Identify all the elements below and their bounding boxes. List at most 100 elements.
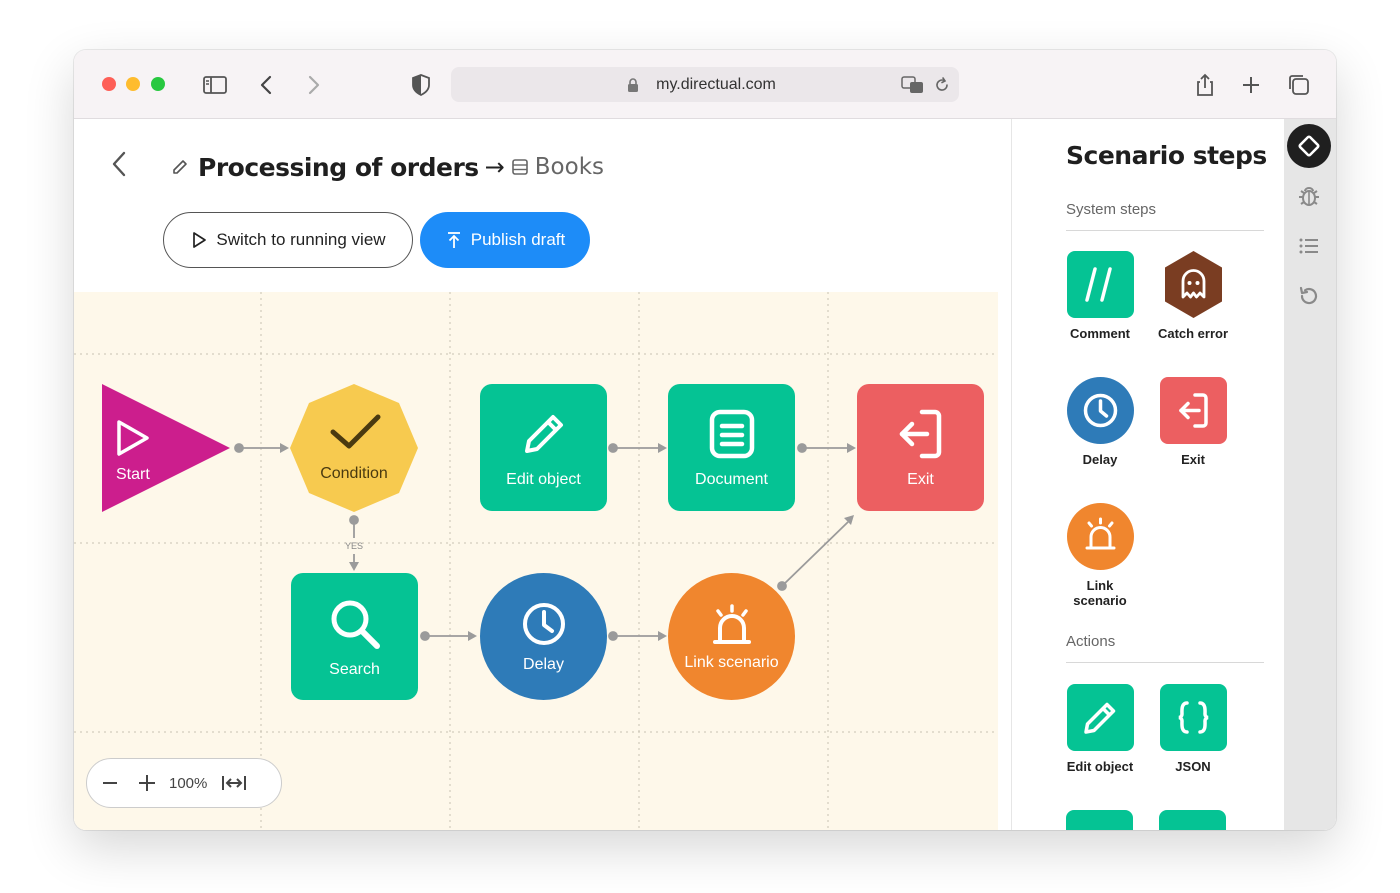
page-title: Processing of orders (198, 152, 479, 182)
document-icon (709, 409, 754, 458)
url-text: my.directual.com (656, 76, 776, 93)
edit-title-pencil-icon[interactable] (170, 157, 190, 177)
close-window-button[interactable] (102, 77, 116, 91)
sidebar-toggle-icon[interactable] (202, 72, 228, 98)
rail-debug-button[interactable] (1286, 173, 1332, 219)
step-catch-error[interactable]: Catch error (1153, 251, 1233, 341)
rail-list-button[interactable] (1286, 223, 1332, 269)
bug-icon (1299, 187, 1319, 206)
switch-button-label: Switch to running view (216, 230, 386, 249)
privacy-shield-icon[interactable] (408, 72, 434, 98)
step-delay[interactable]: Delay (1060, 377, 1140, 467)
scenario-steps-panel: Scenario steps System steps Comment Catc… (1012, 119, 1284, 830)
switch-to-running-view-button[interactable]: Switch to running view (163, 212, 413, 268)
step-exit[interactable]: Exit (1153, 377, 1233, 467)
step-link-scenario-label: Link scenario (1073, 578, 1127, 608)
minimize-window-button[interactable] (126, 77, 140, 91)
tab-overview-icon[interactable] (1286, 72, 1312, 98)
rail-history-button[interactable] (1286, 273, 1332, 319)
zoom-control: 100% (86, 758, 282, 808)
clock-icon (1066, 377, 1134, 444)
clock-icon (522, 602, 565, 645)
publish-button-label: Publish draft (470, 230, 566, 249)
browser-window: my.directual.com Processing of orders → … (74, 50, 1336, 830)
step-catch-error-label: Catch error (1157, 326, 1229, 341)
yes-branch-label: YES (345, 541, 363, 551)
system-steps-heading: System steps (1066, 201, 1157, 218)
node-link-scenario-label: Link scenario (684, 653, 779, 671)
address-bar[interactable]: my.directual.com (451, 67, 959, 102)
step-edit-object-label: Edit object (1066, 759, 1134, 774)
play-icon (193, 232, 207, 248)
step-exit-label: Exit (1181, 452, 1205, 467)
step-link-scenario[interactable]: Link scenario (1060, 503, 1140, 608)
zoom-out-icon[interactable] (101, 774, 119, 792)
table-icon (511, 159, 528, 175)
title-arrow: → (484, 153, 505, 181)
browser-back-icon[interactable] (254, 72, 280, 98)
share-icon[interactable] (1192, 72, 1218, 98)
actions-divider (1066, 662, 1264, 663)
actions-heading: Actions (1066, 633, 1116, 650)
browser-forward-icon[interactable] (300, 72, 326, 98)
ghost-icon (1164, 251, 1222, 318)
alarm-bell-icon (712, 603, 751, 644)
list-icon (1299, 238, 1318, 254)
back-arrow-icon[interactable] (104, 149, 134, 179)
reload-icon[interactable] (933, 76, 951, 94)
node-search-label: Search (329, 660, 380, 678)
upload-arrow-icon (447, 232, 460, 248)
canvas-grid-and-links: YES (74, 292, 998, 830)
fit-width-icon[interactable] (221, 774, 247, 792)
diamond-icon (1287, 124, 1331, 168)
condition-octagon-shape (290, 384, 418, 512)
search-icon (331, 600, 380, 649)
translate-icon[interactable] (901, 75, 925, 95)
right-icon-rail (1284, 119, 1336, 830)
pencil-icon (1066, 684, 1134, 751)
node-delay-label: Delay (523, 655, 564, 673)
node-condition[interactable]: Condition (290, 384, 418, 512)
step-delay-label: Delay (1082, 452, 1118, 467)
browser-toolbar: my.directual.com (74, 50, 1336, 119)
publish-draft-button[interactable]: Publish draft (420, 212, 590, 268)
step-edit-object[interactable]: Edit object (1060, 684, 1140, 774)
node-document[interactable]: Document (668, 384, 795, 511)
step-tile-partial[interactable] (1159, 810, 1226, 830)
scenario-canvas[interactable]: YES Start Condition Edit object Document… (74, 292, 998, 830)
page-title-row: Processing of orders → Books (170, 147, 604, 187)
pencil-icon (524, 414, 563, 453)
rail-steps-button[interactable] (1286, 123, 1332, 169)
node-condition-label: Condition (320, 465, 388, 482)
step-tile-partial[interactable] (1066, 810, 1133, 830)
json-braces-icon (1159, 684, 1227, 751)
node-link-scenario[interactable]: Link scenario (668, 573, 795, 700)
step-comment-label: Comment (1070, 326, 1130, 341)
node-start[interactable]: Start (102, 384, 230, 512)
node-delay[interactable]: Delay (480, 573, 607, 700)
node-edit-object-label: Edit object (506, 470, 581, 488)
new-tab-icon[interactable] (1238, 72, 1264, 98)
alarm-bell-icon (1066, 503, 1134, 570)
node-search[interactable]: Search (291, 573, 418, 700)
node-start-label: Start (116, 466, 150, 483)
page-content: Processing of orders → Books Switch to r… (74, 119, 1336, 830)
history-icon (1299, 286, 1318, 305)
linked-table-name[interactable]: Books (535, 154, 604, 180)
node-document-label: Document (695, 470, 768, 488)
exit-door-icon (899, 409, 941, 458)
node-exit[interactable]: Exit (857, 384, 984, 511)
system-steps-divider (1066, 230, 1264, 231)
step-comment[interactable]: Comment (1060, 251, 1140, 341)
zoom-window-button[interactable] (151, 77, 165, 91)
start-triangle-shape (102, 384, 230, 512)
exit-door-icon (1159, 377, 1227, 444)
step-json[interactable]: JSON (1153, 684, 1233, 774)
node-exit-label: Exit (907, 470, 934, 488)
scenario-editor: Processing of orders → Books Switch to r… (74, 119, 1012, 830)
comment-slashes-icon (1066, 251, 1134, 318)
zoom-level: 100% (169, 774, 208, 792)
zoom-in-icon[interactable] (137, 773, 157, 793)
step-json-label: JSON (1175, 759, 1211, 774)
node-edit-object[interactable]: Edit object (480, 384, 607, 511)
